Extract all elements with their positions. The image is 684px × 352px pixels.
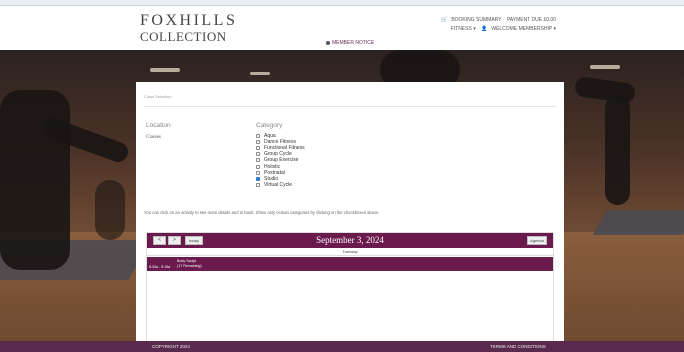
site-header: FOXHILLS COLLECTION 🛒 BOOKING SUMMARY PAY… (0, 6, 684, 50)
ceiling-light (250, 72, 270, 75)
checkbox[interactable] (256, 158, 260, 163)
checkbox[interactable] (256, 146, 260, 151)
category-label: Virtual Cycle (264, 181, 292, 188)
category-label: Dance Fitness (264, 139, 296, 146)
event-time: 8:30a - 9:15a (149, 265, 171, 269)
category-label: Postnatal (264, 169, 285, 176)
checkbox[interactable] (256, 182, 260, 187)
ceiling-light (590, 65, 620, 69)
divider (144, 106, 556, 107)
location-heading: Location (146, 122, 171, 129)
checkbox[interactable] (256, 140, 260, 145)
category-label: Holistic (264, 163, 281, 170)
account-links: 🛒 BOOKING SUMMARY PAYMENT DUE £0.00 FITNE… (437, 16, 556, 34)
foxhills-logo[interactable]: FOXHILLS COLLECTION (140, 12, 238, 44)
ceiling-light (150, 68, 180, 72)
class-selection-panel: Class Selection Location Classes Categor… (136, 82, 564, 343)
notice-icon (326, 40, 330, 45)
category-virtual-cycle[interactable]: Virtual Cycle (256, 182, 305, 188)
terms-link[interactable]: TERMS AND CONDITIONS (490, 344, 546, 349)
person-figure (605, 95, 630, 205)
calendar-date-title: September 3, 2024 (316, 235, 384, 245)
event-remaining: (17 Remaining) (177, 264, 202, 268)
checkbox[interactable] (256, 164, 260, 169)
event-title: Body Sculpt (177, 259, 197, 263)
user-icon: 👤 (481, 26, 488, 32)
checkbox-checked[interactable] (256, 176, 260, 181)
checkbox[interactable] (256, 134, 260, 139)
category-label: Functional Fitness (264, 145, 305, 152)
calendar: < > today September 3, 2024 Agenda Tuesd… (146, 232, 554, 343)
calendar-toolbar: < > today September 3, 2024 Agenda (147, 233, 553, 248)
booking-summary-link[interactable]: BOOKING SUMMARY (451, 17, 501, 23)
checkbox[interactable] (256, 152, 260, 157)
instructions-text: You can click on an activity to see more… (144, 210, 380, 215)
breadcrumb: Class Selection (144, 94, 172, 99)
fitness-menu[interactable]: FITNESS ▾ (451, 26, 476, 32)
welcome-menu[interactable]: WELCOME MEMBERSHIP ▾ (491, 26, 556, 32)
category-label: Aqua (264, 133, 276, 140)
category-label: Group Cycle (264, 151, 292, 158)
member-notice-label: MEMBER NOTICE (332, 40, 375, 46)
category-heading: Category (256, 122, 283, 129)
logo-line1: FOXHILLS (140, 12, 238, 29)
logo-line2: COLLECTION (140, 29, 227, 44)
person-figure (0, 90, 70, 270)
cart-icon: 🛒 (441, 17, 448, 23)
category-label: Studio (264, 175, 279, 182)
copyright: COPYRIGHT 2024 (152, 344, 190, 349)
class-event[interactable]: 8:30a - 9:15a Body Sculpt (17 Remaining) (147, 257, 553, 271)
exercise-mat (592, 210, 684, 235)
person-figure (95, 180, 125, 240)
payment-due: PAYMENT DUE £0.00 (506, 17, 556, 23)
category-label: Group Exercise (264, 157, 299, 164)
location-value[interactable]: Classes (146, 135, 161, 140)
day-header: Tuesday (147, 248, 553, 256)
agenda-button[interactable]: Agenda (527, 236, 547, 245)
site-footer: COPYRIGHT 2024 TERMS AND CONDITIONS (0, 341, 684, 352)
member-notice-link[interactable]: MEMBER NOTICE (326, 40, 374, 46)
checkbox[interactable] (256, 170, 260, 175)
category-list: Aqua Dance Fitness Functional Fitness Gr… (256, 133, 305, 188)
